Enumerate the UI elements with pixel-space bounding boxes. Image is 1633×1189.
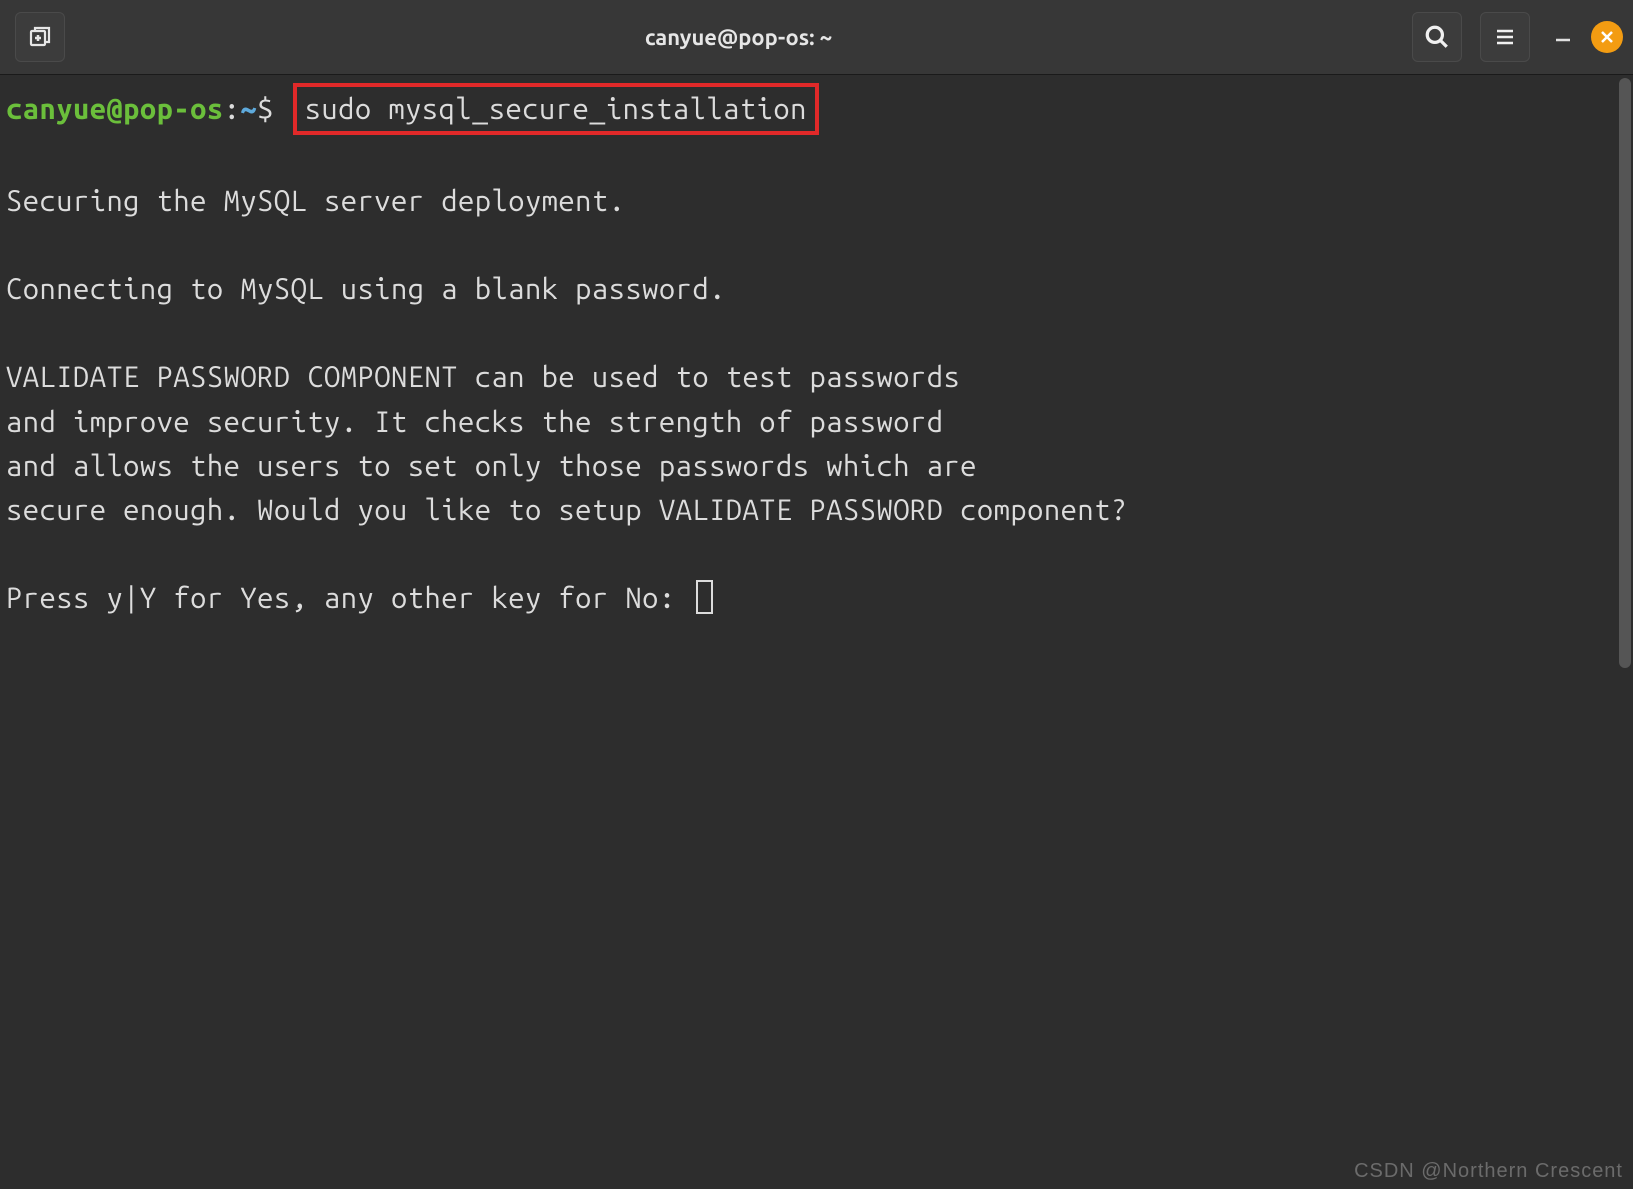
search-button[interactable] <box>1412 12 1462 62</box>
titlebar-right <box>1407 12 1623 62</box>
output-line: and improve security. It checks the stre… <box>6 406 943 438</box>
new-tab-icon <box>28 25 52 49</box>
window-title: canyue@pop-os: ~ <box>70 25 1407 50</box>
watermark: CSDN @Northern Crescent <box>1354 1160 1623 1183</box>
output-line: Connecting to MySQL using a blank passwo… <box>6 273 726 305</box>
menu-button[interactable] <box>1480 12 1530 62</box>
output-line: Securing the MySQL server deployment. <box>6 185 625 217</box>
output-line: and allows the users to set only those p… <box>6 450 977 482</box>
output-line: secure enough. Would you like to setup V… <box>6 494 1128 526</box>
hamburger-icon <box>1493 25 1517 49</box>
prompt-dollar: $ <box>257 93 274 125</box>
titlebar: canyue@pop-os: ~ <box>0 0 1633 75</box>
titlebar-left <box>10 12 70 62</box>
terminal-cursor <box>696 580 713 614</box>
command-highlight: sudo mysql_secure_installation <box>293 83 819 135</box>
prompt-path: ~ <box>240 93 257 125</box>
output-line: VALIDATE PASSWORD COMPONENT can be used … <box>6 361 960 393</box>
minimize-button[interactable] <box>1543 17 1583 57</box>
new-tab-button[interactable] <box>15 12 65 62</box>
minimize-icon <box>1554 28 1572 46</box>
prompt-colon: : <box>224 93 241 125</box>
close-icon <box>1599 29 1615 45</box>
scrollbar-thumb[interactable] <box>1619 78 1631 668</box>
output-line: Press y|Y for Yes, any other key for No: <box>6 582 692 614</box>
search-icon <box>1424 24 1450 50</box>
terminal-body[interactable]: canyue@pop-os:~$ sudo mysql_secure_insta… <box>0 75 1633 628</box>
command-text: sudo mysql_secure_installation <box>305 93 807 125</box>
close-button[interactable] <box>1591 21 1623 53</box>
prompt-user-host: canyue@pop-os <box>6 93 224 125</box>
